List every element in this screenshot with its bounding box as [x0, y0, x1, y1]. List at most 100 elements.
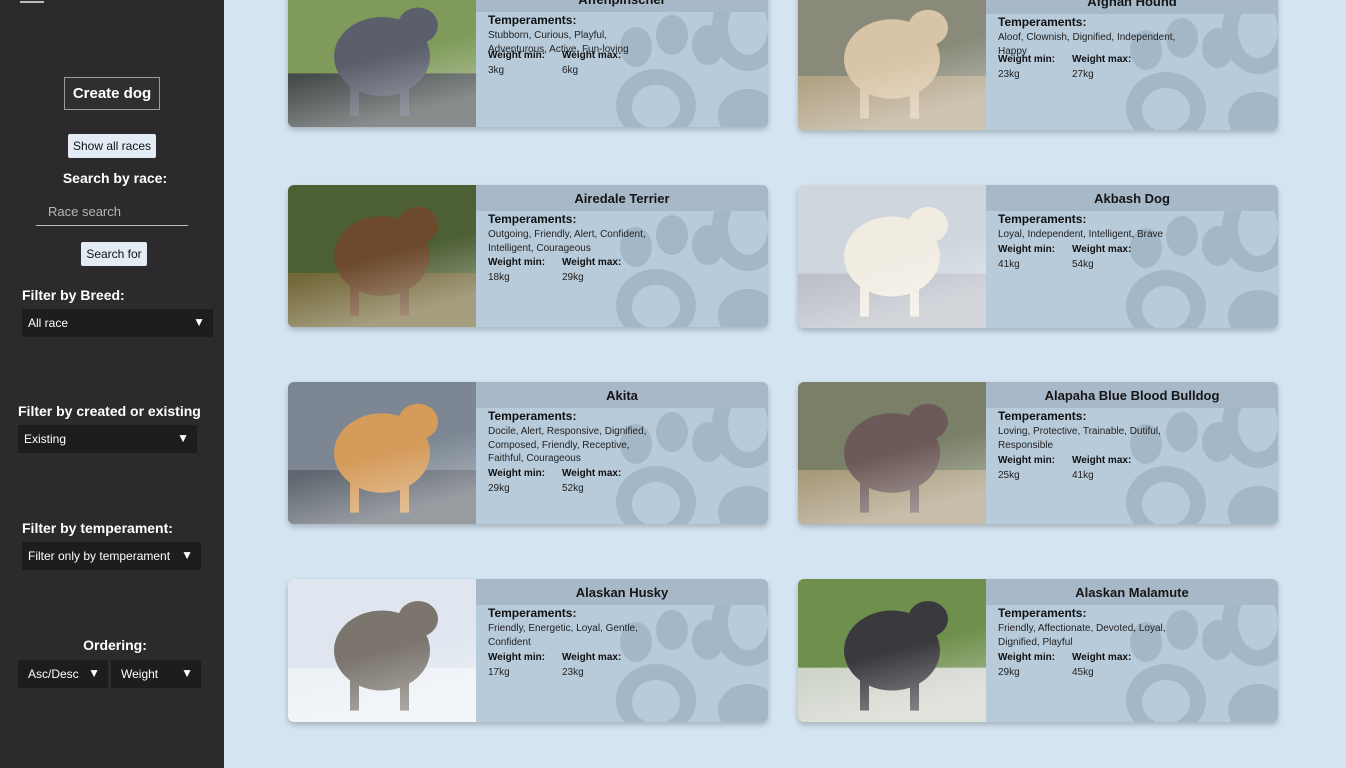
weight-min-value: 3kg [488, 65, 505, 76]
weight-min-label: Weight min: [488, 468, 546, 479]
weight-min-value: 29kg [998, 667, 1020, 678]
dog-photo [288, 579, 476, 722]
dog-photo [798, 579, 986, 722]
weight-max-label: Weight max: [562, 652, 622, 663]
breed-select[interactable]: All race ▼ [22, 309, 213, 337]
temperament-select-value: Filter only by temperament [28, 549, 171, 563]
dog-card[interactable]: AffenpinscherTemperaments:Stubborn, Curi… [288, 0, 768, 127]
created-select[interactable]: Existing ▼ [18, 425, 197, 453]
dog-photo [798, 382, 986, 524]
order-direction-value: Asc/Desc [28, 667, 79, 681]
dog-card-info: AffenpinscherTemperaments:Stubborn, Curi… [476, 0, 768, 127]
race-search-input[interactable] [36, 198, 188, 226]
order-by-select[interactable]: Weight ▼ [111, 660, 201, 688]
temperaments-label: Temperaments: [998, 212, 1087, 226]
chevron-down-icon: ▼ [181, 548, 193, 562]
dog-card-info: Alapaha Blue Blood Bulldog Temperaments: L… [986, 382, 1278, 524]
temperaments-text: Friendly, Energetic, Loyal, Gentle, Conf… [488, 623, 638, 648]
dog-name: Alaskan Husky [476, 579, 768, 605]
weight-min-label: Weight min: [488, 50, 546, 61]
dog-card[interactable]: Alaskan Malamute Temperaments: Friendly, A… [798, 579, 1278, 722]
chevron-down-icon: ▼ [181, 666, 193, 680]
weight-min-value: 29kg [488, 483, 510, 494]
weight-max-label: Weight max: [562, 257, 622, 268]
menu-icon[interactable] [20, 0, 44, 14]
weight-min-value: 41kg [998, 259, 1020, 270]
weight-max-label: Weight max: [562, 50, 622, 61]
dog-card-info: Akbash Dog Temperaments: Loyal, Independen… [986, 185, 1278, 328]
dog-name: Airedale Terrier [476, 185, 768, 211]
dog-name: Alaskan Malamute [986, 579, 1278, 605]
paw-icon [1126, 0, 1278, 130]
weight-max-value: 6kg [562, 65, 579, 76]
dog-photo [798, 0, 986, 130]
order-by-value: Weight [121, 667, 159, 681]
temperaments-text: Friendly, Affectionate, Devoted, Loyal, … [998, 623, 1166, 648]
weight-max-value: 45kg [1072, 667, 1094, 678]
chevron-down-icon: ▼ [177, 431, 189, 445]
temperaments-label: Temperaments: [488, 606, 577, 620]
order-direction-select[interactable]: Asc/Desc ▼ [18, 660, 108, 688]
dog-name: Alapaha Blue Blood Bulldog [986, 382, 1278, 408]
dog-card[interactable]: Akbash Dog Temperaments: Loyal, Independen… [798, 185, 1278, 328]
weight-max-value: 23kg [562, 667, 584, 678]
weight-min-label: Weight min: [998, 54, 1056, 65]
temperaments-text: Outgoing, Friendly, Alert, Confident, In… [488, 229, 646, 254]
dog-card-info: Akita Temperaments: Docile, Alert, Respons… [476, 382, 768, 524]
weight-min-label: Weight min: [998, 455, 1056, 466]
dog-card[interactable]: Afghan Hound Temperaments: Aloof, Clownish… [798, 0, 1278, 130]
weight-min-label: Weight min: [488, 652, 546, 663]
dog-card-info: Alaskan Malamute Temperaments: Friendly, A… [986, 579, 1278, 722]
dog-photo [288, 185, 476, 327]
dog-name: Akita [476, 382, 768, 408]
dog-card[interactable]: Airedale Terrier Temperaments: Outgoing, F… [288, 185, 768, 327]
weight-min-label: Weight min: [998, 244, 1056, 255]
temperaments-label: Temperaments: [488, 13, 577, 27]
temperaments-text: Loyal, Independent, Intelligent, Brave [998, 229, 1164, 240]
search-button[interactable]: Search for [81, 242, 147, 266]
temperaments-label: Temperaments: [998, 606, 1087, 620]
weight-max-value: 41kg [1072, 470, 1094, 481]
created-filter-label: Filter by created or existing [18, 403, 201, 419]
dog-card-info: Afghan Hound Temperaments: Aloof, Clownish… [986, 0, 1278, 130]
show-all-races-button[interactable]: Show all races [68, 134, 156, 158]
search-label: Search by race: [62, 170, 168, 186]
breed-filter-label: Filter by Breed: [22, 287, 125, 303]
temperaments-text: Docile, Alert, Responsive, Dignified, Co… [488, 426, 647, 464]
dog-photo [798, 185, 986, 328]
weight-max-label: Weight max: [1072, 652, 1132, 663]
dog-name: Akbash Dog [986, 185, 1278, 211]
dog-card[interactable]: Alaskan Husky Temperaments: Friendly, Ener… [288, 579, 768, 722]
paw-icon [616, 0, 768, 127]
dog-name: Affenpinscher [476, 0, 768, 12]
breed-select-value: All race [28, 316, 69, 330]
weight-min-value: 17kg [488, 667, 510, 678]
dog-name: Afghan Hound [986, 0, 1278, 14]
weight-min-label: Weight min: [998, 652, 1056, 663]
dog-card[interactable]: Alapaha Blue Blood Bulldog Temperaments: L… [798, 382, 1278, 524]
dog-card[interactable]: Akita Temperaments: Docile, Alert, Respons… [288, 382, 768, 524]
weight-max-label: Weight max: [562, 468, 622, 479]
weight-min-value: 23kg [998, 69, 1020, 80]
weight-max-value: 27kg [1072, 69, 1094, 80]
weight-max-label: Weight max: [1072, 54, 1132, 65]
weight-max-value: 29kg [562, 272, 584, 283]
dog-photo [288, 0, 476, 127]
temperament-filter-label: Filter by temperament: [22, 520, 173, 536]
chevron-down-icon: ▼ [88, 666, 100, 680]
temperaments-label: Temperaments: [998, 15, 1087, 29]
weight-max-value: 54kg [1072, 259, 1094, 270]
weight-max-label: Weight max: [1072, 455, 1132, 466]
dog-card-info: Airedale Terrier Temperaments: Outgoing, F… [476, 185, 768, 327]
weight-max-value: 52kg [562, 483, 584, 494]
create-dog-button[interactable]: Create dog [64, 77, 160, 110]
temperaments-text: Loving, Protective, Trainable, Dutiful, … [998, 426, 1161, 451]
temperament-select[interactable]: Filter only by temperament ▼ [22, 542, 201, 570]
dog-photo [288, 382, 476, 524]
weight-min-value: 25kg [998, 470, 1020, 481]
weight-max-label: Weight max: [1072, 244, 1132, 255]
chevron-down-icon: ▼ [193, 315, 205, 329]
sidebar: Create dog Show all races Search by race… [0, 0, 224, 768]
temperaments-label: Temperaments: [488, 409, 577, 423]
ordering-label: Ordering: [83, 637, 147, 653]
